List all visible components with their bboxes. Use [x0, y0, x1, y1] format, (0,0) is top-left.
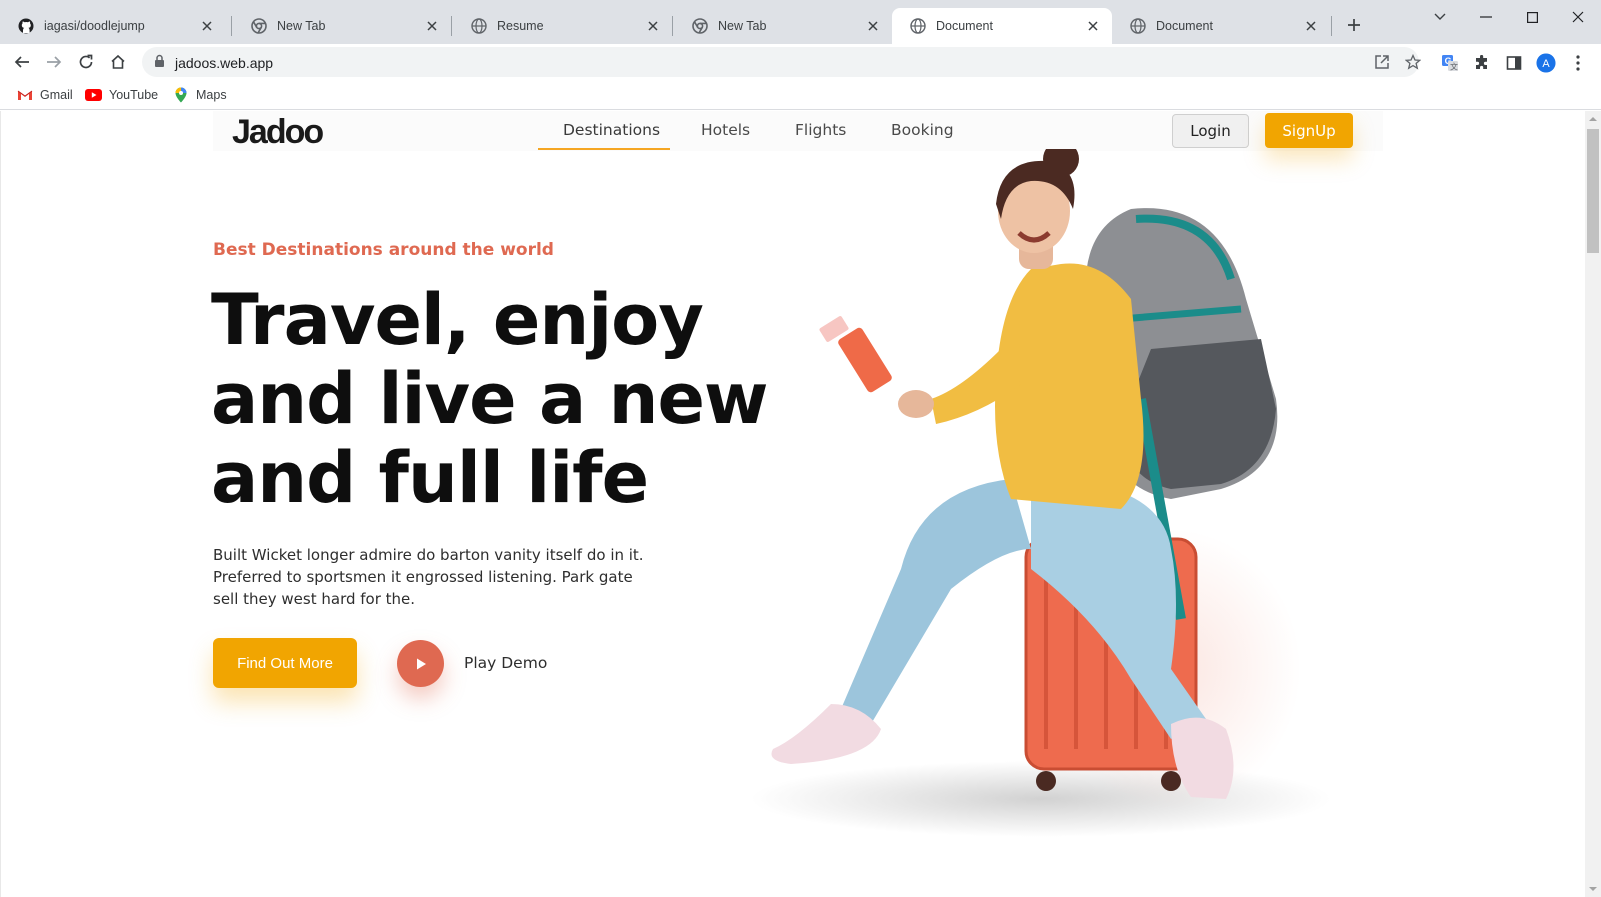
address-bar[interactable]: jadoos.web.app — [142, 47, 1422, 77]
tab-separator — [231, 16, 232, 36]
tab-title: Document — [1156, 19, 1213, 33]
page-viewport: Jadoo Destinations Hotels Flights Bookin… — [0, 111, 1585, 897]
nav-hotels[interactable]: Hotels — [701, 121, 750, 139]
description-line: sell they west hard for the. — [213, 590, 416, 608]
globe-icon — [1130, 18, 1146, 34]
close-tab-icon[interactable] — [644, 17, 662, 35]
svg-text:文: 文 — [1450, 62, 1458, 72]
signup-button[interactable]: SignUp — [1265, 113, 1353, 148]
description-line: Preferred to sportsmen it engrossed list… — [213, 568, 633, 586]
page-scrollbar[interactable] — [1585, 111, 1601, 897]
lock-icon[interactable] — [154, 54, 165, 73]
forward-icon[interactable] — [42, 50, 66, 74]
tab-4[interactable]: New Tab — [674, 8, 892, 44]
close-window-icon[interactable] — [1558, 4, 1598, 30]
new-tab-button[interactable] — [1343, 14, 1365, 36]
extensions-icon[interactable] — [1472, 53, 1492, 73]
tab-title: Document — [936, 19, 993, 33]
tab-strip: iagasi/doodlejump New Tab Resume New Tab… — [0, 0, 1601, 44]
menu-kebab-icon[interactable] — [1568, 53, 1588, 73]
svg-text:A: A — [1542, 58, 1550, 70]
reload-icon[interactable] — [74, 50, 98, 74]
side-panel-icon[interactable] — [1504, 53, 1524, 73]
play-icon — [416, 658, 426, 669]
traveler-illustration — [751, 149, 1331, 837]
tab-1[interactable]: iagasi/doodlejump — [0, 8, 226, 44]
bookmark-maps[interactable]: Maps — [172, 85, 227, 105]
tab-title: New Tab — [277, 19, 326, 33]
site-logo[interactable]: Jadoo — [232, 111, 324, 153]
tab-separator — [451, 16, 452, 36]
globe-icon — [910, 18, 926, 34]
nav-flights[interactable]: Flights — [795, 121, 846, 139]
tab-search-icon[interactable] — [1420, 4, 1460, 30]
tab-2[interactable]: New Tab — [233, 8, 451, 44]
github-icon — [18, 18, 34, 34]
youtube-icon — [85, 88, 102, 102]
bookmark-youtube[interactable]: YouTube — [85, 85, 158, 105]
url-text: jadoos.web.app — [175, 55, 274, 71]
description-line: Built Wicket longer admire do barton van… — [213, 546, 644, 564]
back-icon[interactable] — [10, 50, 34, 74]
tab-separator — [1331, 16, 1332, 36]
tab-title: iagasi/doodlejump — [44, 19, 145, 33]
find-out-more-button[interactable]: Find Out More — [213, 638, 357, 688]
tab-separator — [672, 16, 673, 36]
headline-line: and full life — [211, 437, 649, 519]
hero-headline: Travel, enjoy and live a new and full li… — [211, 281, 771, 518]
tab-5[interactable]: Document — [892, 8, 1112, 44]
browser-toolbar: jadoos.web.app G文 A — [0, 44, 1601, 80]
globe-icon — [471, 18, 487, 34]
tab-title: New Tab — [718, 19, 767, 33]
headline-line: and live a new — [211, 358, 769, 440]
close-tab-icon[interactable] — [198, 17, 216, 35]
bookmark-label: Gmail — [40, 88, 73, 102]
close-tab-icon[interactable] — [1084, 17, 1102, 35]
login-button[interactable]: Login — [1172, 114, 1249, 148]
maximize-icon[interactable] — [1512, 4, 1552, 30]
tab-3[interactable]: Resume — [453, 8, 672, 44]
headline-line: Travel, enjoy — [211, 279, 704, 361]
play-demo-label[interactable]: Play Demo — [464, 654, 547, 672]
nav-destinations[interactable]: Destinations — [563, 121, 660, 139]
close-tab-icon[interactable] — [864, 17, 882, 35]
play-demo-button[interactable] — [397, 640, 444, 687]
bookmarks-bar: Gmail YouTube Maps — [0, 80, 1601, 110]
scroll-down-icon[interactable] — [1589, 885, 1597, 893]
chrome-icon — [692, 18, 708, 34]
bookmark-label: YouTube — [109, 88, 159, 102]
close-tab-icon[interactable] — [423, 17, 441, 35]
bookmark-gmail[interactable]: Gmail — [16, 85, 73, 105]
active-nav-underline — [538, 148, 670, 150]
close-tab-icon[interactable] — [1302, 17, 1320, 35]
hero-description: Built Wicket longer admire do barton van… — [213, 544, 653, 610]
scroll-thumb[interactable] — [1587, 129, 1599, 253]
scroll-up-icon[interactable] — [1589, 115, 1597, 123]
share-icon[interactable] — [1373, 53, 1391, 71]
home-icon[interactable] — [106, 50, 130, 74]
translate-icon[interactable]: G文 — [1440, 53, 1460, 73]
hero-eyebrow: Best Destinations around the world — [213, 240, 554, 260]
bookmark-label: Maps — [196, 88, 227, 102]
tab-6[interactable]: Document — [1112, 8, 1330, 44]
maps-icon — [172, 87, 189, 103]
minimize-icon[interactable] — [1466, 4, 1506, 30]
chrome-icon — [251, 18, 267, 34]
nav-booking[interactable]: Booking — [891, 121, 954, 139]
gmail-icon — [16, 88, 33, 102]
bookmark-star-icon[interactable] — [1404, 53, 1422, 71]
profile-avatar[interactable]: A — [1536, 53, 1556, 73]
tab-title: Resume — [497, 19, 544, 33]
